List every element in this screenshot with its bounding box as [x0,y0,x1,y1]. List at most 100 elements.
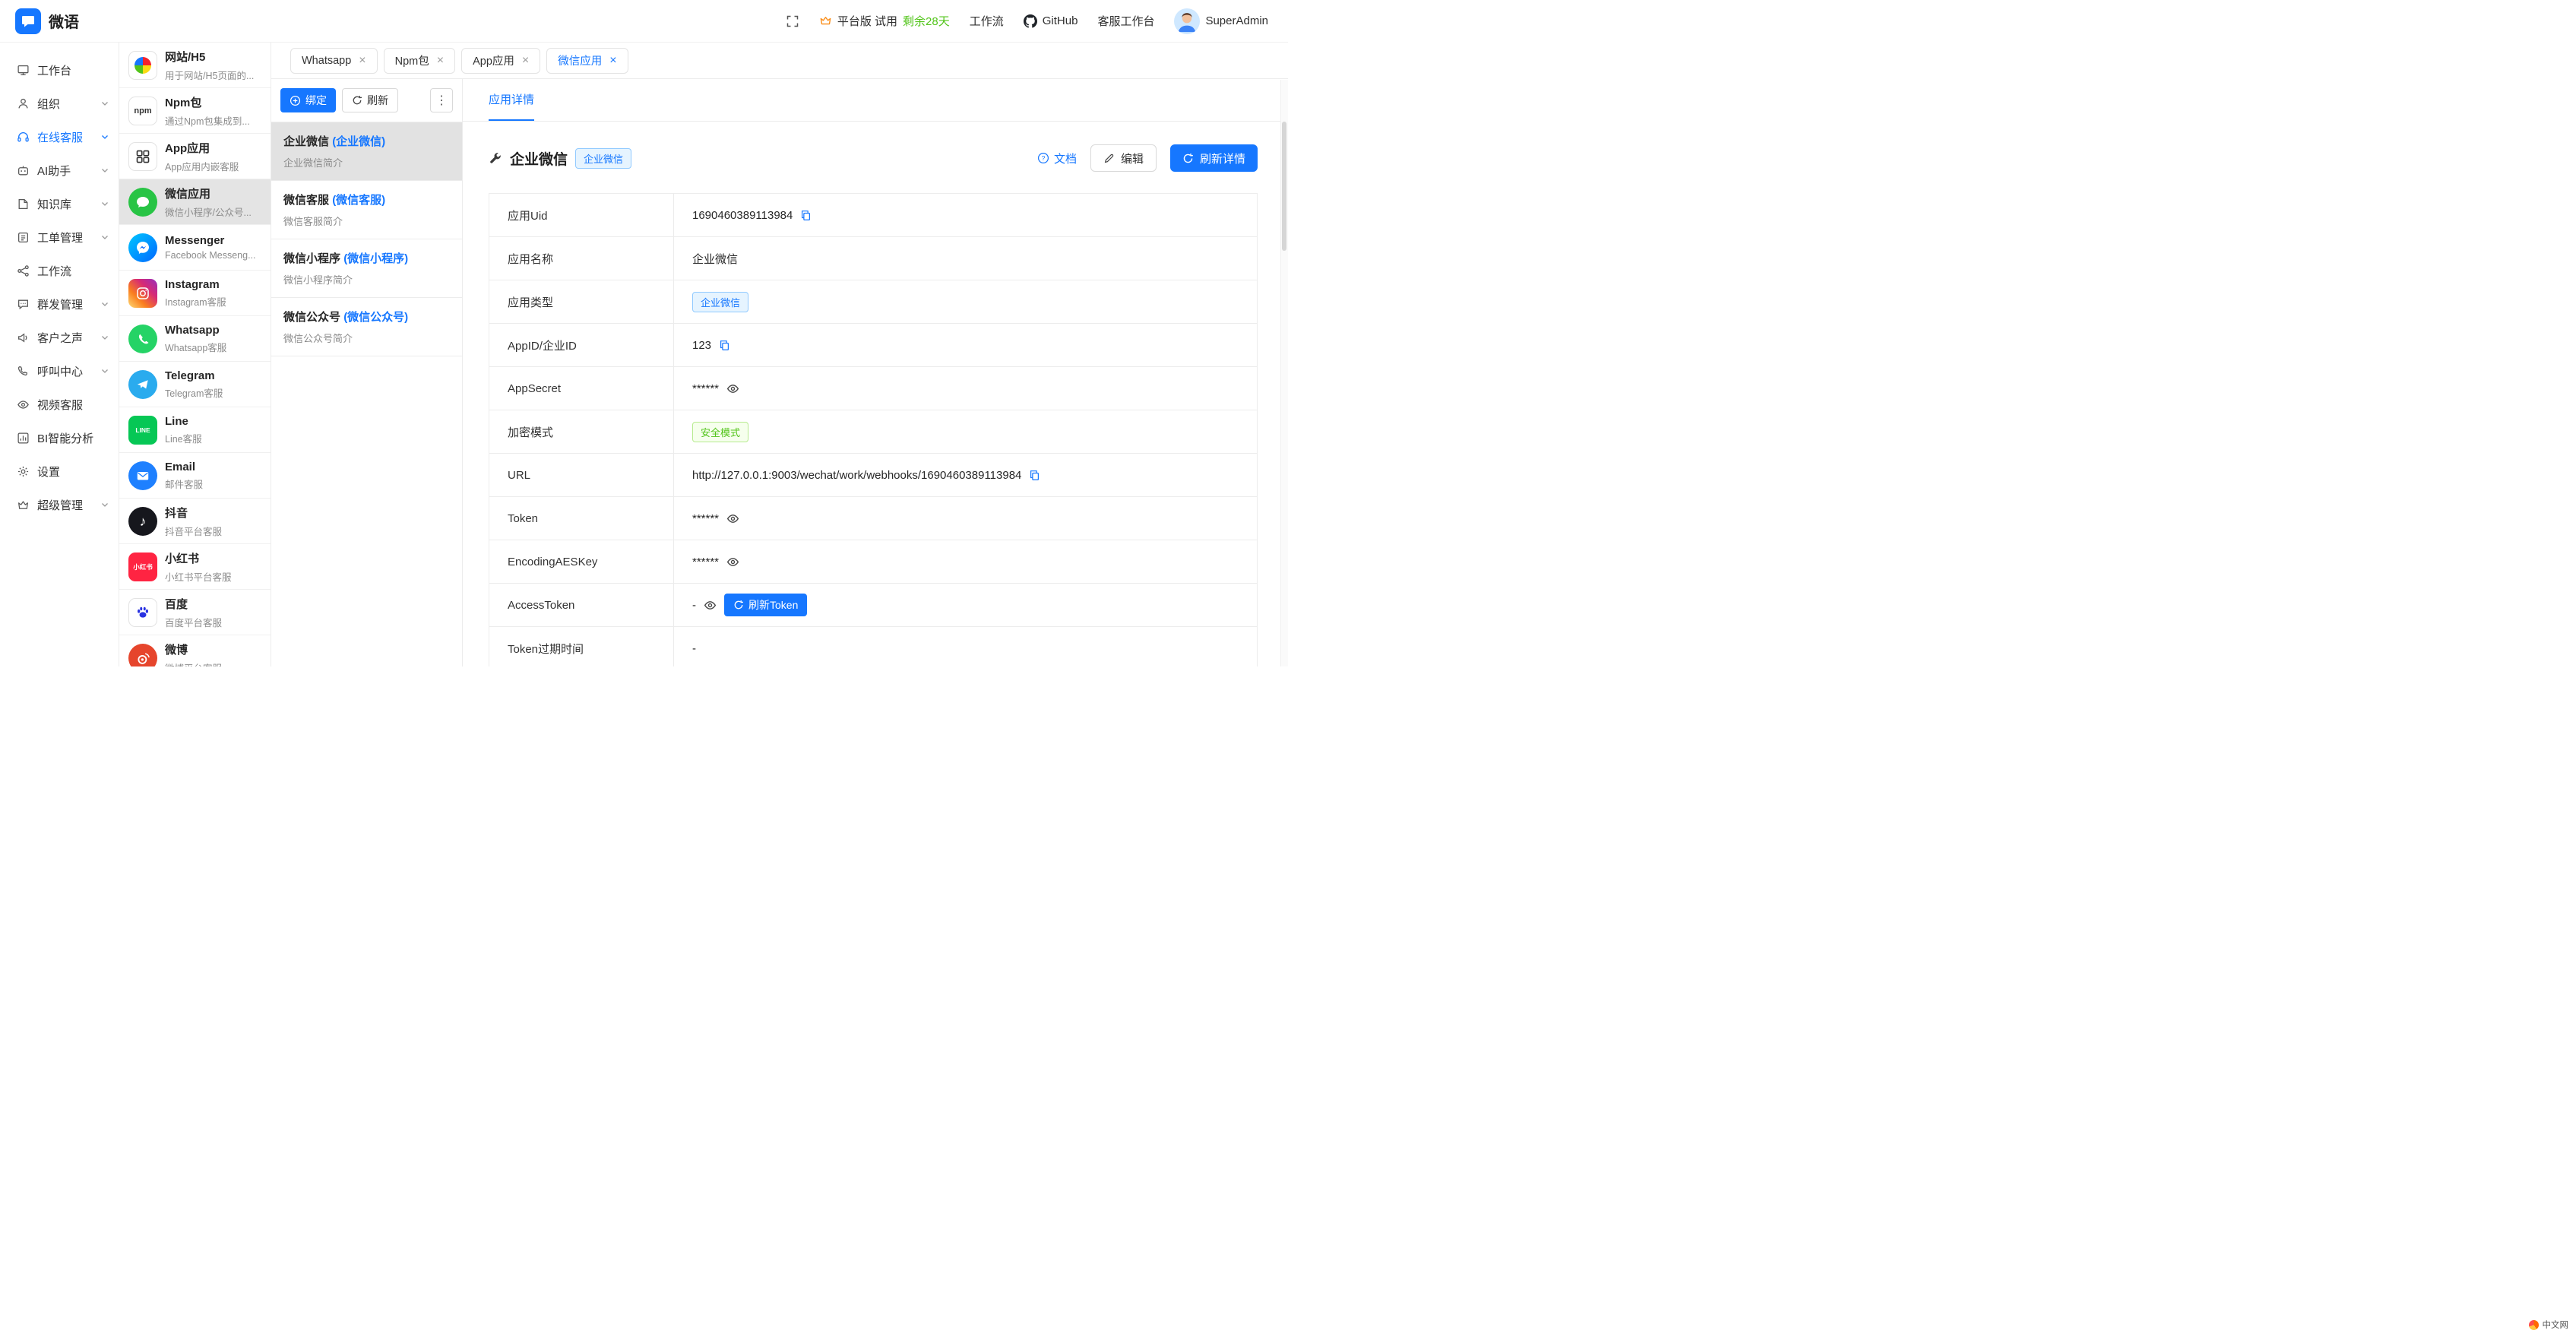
channel-telegram[interactable]: Telegram Telegram客服 [119,362,271,407]
channel-wechat[interactable]: 微信应用 微信小程序/公众号... [119,179,271,225]
chevron-down-icon [100,132,109,141]
channel-npm[interactable]: npm Npm包 通过Npm包集成到... [119,88,271,134]
npm-icon: npm [128,97,157,125]
channel-baidu[interactable]: 百度 百度平台客服 [119,590,271,635]
sidebar-item-ticket-management[interactable]: 工单管理 [0,220,119,254]
list-item[interactable]: 微信小程序 (微信小程序) 微信小程序简介 [271,239,462,298]
plan-badge[interactable]: 平台版 试用 剩余28天 [819,13,950,29]
table-row: 应用Uid 1690460389113984 [489,194,1257,237]
channel-app[interactable]: App应用 App应用内嵌客服 [119,134,271,179]
chevron-down-icon [100,500,109,509]
app-link[interactable]: (微信客服) [332,194,385,207]
sidebar-item-broadcast[interactable]: 群发管理 [0,287,119,321]
scrollbar-track[interactable] [1280,80,1288,666]
channel-instagram[interactable]: Instagram Instagram客服 [119,271,271,316]
close-icon[interactable]: × [609,55,616,67]
chevron-down-icon [100,299,109,309]
channel-name: App应用 [165,140,239,156]
refresh-button[interactable]: 刷新 [342,88,398,112]
scrollbar-thumb[interactable] [1282,122,1286,251]
megaphone-icon [17,331,30,344]
sidebar-item-knowledge-base[interactable]: 知识库 [0,187,119,220]
copy-icon[interactable] [800,210,812,221]
copy-icon[interactable] [1029,470,1040,481]
table-row: 加密模式 安全模式 [489,410,1257,454]
channel-name: Instagram [165,278,226,291]
page-title: 企业微信 [510,148,568,169]
channel-weibo[interactable]: 微博 微博平台客服 [119,635,271,666]
app-logo[interactable] [15,8,41,34]
refresh-token-button[interactable]: 刷新Token [724,594,807,616]
encrypt-mode-badge: 安全模式 [692,422,748,442]
bind-button[interactable]: 绑定 [280,88,336,112]
fullscreen-icon[interactable] [786,14,799,28]
eye-icon[interactable] [726,382,739,395]
channel-name: Email [165,461,203,473]
channel-desc: Instagram客服 [165,294,226,309]
table-row: Token过期时间 - [489,627,1257,666]
channel-name: Npm包 [165,94,250,110]
tab-app[interactable]: App应用 × [461,48,540,74]
close-icon[interactable]: × [359,55,366,67]
wechat-icon [128,188,157,217]
sidebar-item-voice-of-customer[interactable]: 客户之声 [0,321,119,354]
user-menu[interactable]: SuperAdmin [1174,8,1268,34]
eye-icon[interactable] [704,599,717,612]
tab-npm[interactable]: Npm包 × [384,48,455,74]
eye-icon[interactable] [726,556,739,568]
channel-desc: 微博平台客服 [165,660,222,667]
table-row: 应用类型 企业微信 [489,280,1257,324]
list-item[interactable]: 微信客服 (微信客服) 微信客服简介 [271,181,462,239]
eye-icon[interactable] [726,512,739,525]
channel-name: 微信应用 [165,185,252,201]
app-link[interactable]: (企业微信) [332,135,385,148]
close-icon[interactable]: × [522,55,529,67]
channel-line[interactable]: LINE Line Line客服 [119,407,271,453]
channel-messenger[interactable]: Messenger Facebook Messeng... [119,225,271,271]
docs-link[interactable]: ? 文档 [1037,150,1077,166]
list-item[interactable]: 微信公众号 (微信公众号) 微信公众号简介 [271,298,462,356]
more-actions-button[interactable]: ⋮ [430,88,453,112]
app-link[interactable]: (微信公众号) [343,311,408,324]
channels-sidebar: 网站/H5 用于网站/H5页面的... npm Npm包 通过Npm包集成到..… [119,43,271,666]
sidebar-item-bi-analytics[interactable]: BI智能分析 [0,421,119,454]
channel-whatsapp[interactable]: Whatsapp Whatsapp客服 [119,316,271,362]
sidebar-item-super-admin[interactable]: 超级管理 [0,488,119,521]
table-row: 应用名称 企业微信 [489,237,1257,280]
sidebar-item-online-service[interactable]: 在线客服 [0,120,119,154]
sidebar-item-ai-assistant[interactable]: AI助手 [0,154,119,187]
sidebar-item-settings[interactable]: 设置 [0,454,119,488]
list-item[interactable]: 企业微信 (企业微信) 企业微信简介 [271,122,462,181]
table-row: AppSecret ****** [489,367,1257,410]
channel-douyin[interactable]: ♪ 抖音 抖音平台客服 [119,499,271,544]
tab-wechat-app[interactable]: 微信应用 × [546,48,628,74]
app-link[interactable]: (微信小程序) [343,252,408,265]
channel-website[interactable]: 网站/H5 用于网站/H5页面的... [119,43,271,88]
chevron-down-icon [100,233,109,242]
sidebar-item-workflow[interactable]: 工作流 [0,254,119,287]
type-badge: 企业微信 [692,292,748,312]
messenger-icon [128,233,157,262]
nav-workflow[interactable]: 工作流 [970,13,1004,29]
telegram-icon [128,370,157,399]
channel-name: Whatsapp [165,324,226,337]
sidebar-item-video-service[interactable]: 视频客服 [0,388,119,421]
channel-xiaohongshu[interactable]: 小红书 小红书 小红书平台客服 [119,544,271,590]
sidebar-item-workbench[interactable]: 工作台 [0,53,119,87]
close-icon[interactable]: × [437,55,444,67]
edit-button[interactable]: 编辑 [1090,144,1157,172]
open-tabs-bar: Whatsapp × Npm包 × App应用 × 微信应用 × [271,43,1288,79]
sidebar-item-organization[interactable]: 组织 [0,87,119,120]
refresh-icon [352,95,362,106]
copy-icon[interactable] [719,340,730,351]
tab-whatsapp[interactable]: Whatsapp × [290,48,378,74]
channel-email[interactable]: Email 邮件客服 [119,453,271,499]
refresh-icon [1182,153,1194,164]
tab-app-details[interactable]: 应用详情 [489,79,534,121]
sidebar-item-call-center[interactable]: 呼叫中心 [0,354,119,388]
chevron-down-icon [100,366,109,375]
nav-github[interactable]: GitHub [1024,14,1078,28]
nav-agent-workbench[interactable]: 客服工作台 [1097,13,1154,29]
channel-desc: 小红书平台客服 [165,569,232,584]
refresh-details-button[interactable]: 刷新详情 [1170,144,1258,172]
